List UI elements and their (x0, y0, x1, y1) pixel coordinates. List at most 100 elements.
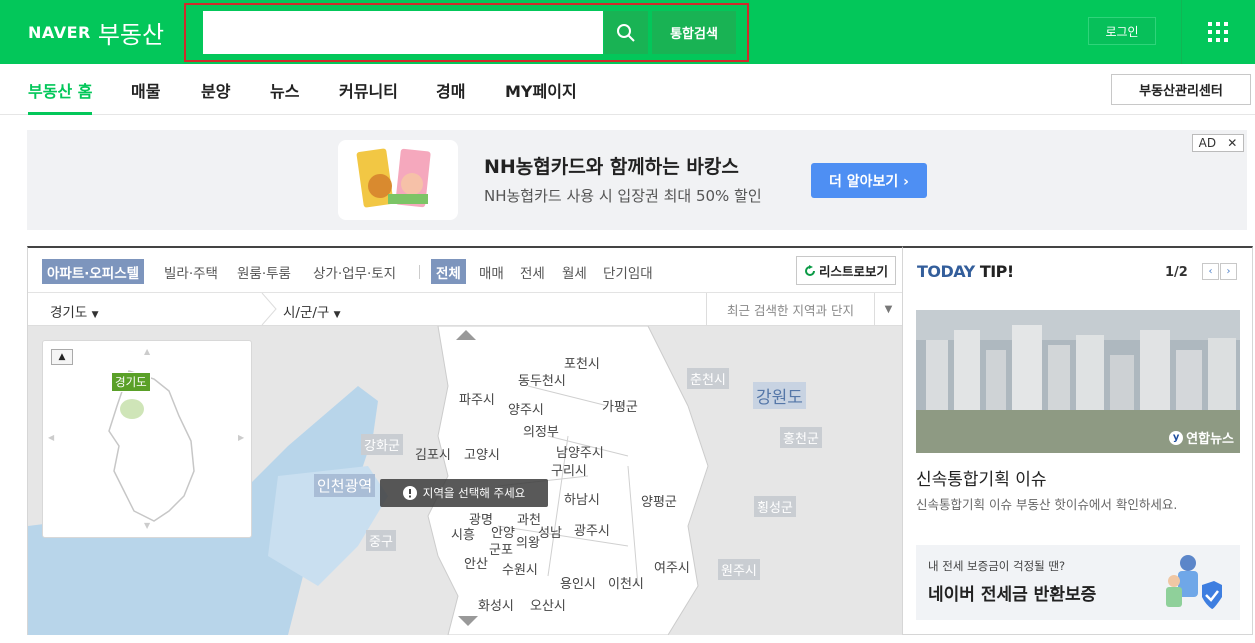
close-icon[interactable]: ✕ (1227, 136, 1237, 150)
region-label[interactable]: 양평군 (641, 491, 677, 510)
nav-community[interactable]: 커뮤니티 (339, 78, 398, 115)
ad-card-image (338, 140, 458, 220)
tip-headline[interactable]: 신속통합기획 이슈 (916, 465, 1047, 490)
region-label[interactable]: 수원시 (502, 559, 538, 578)
region-label[interactable]: 고양시 (464, 444, 500, 463)
minimap-collapse-icon[interactable]: ▲ (51, 349, 73, 365)
banner-small-text: 내 전세 보증금이 걱정될 땐? (928, 559, 1066, 573)
outer-region-label[interactable]: 춘천시 (687, 368, 729, 389)
pan-right-icon[interactable]: ▶ (238, 433, 244, 442)
outer-region-label[interactable]: 횡성군 (754, 496, 796, 517)
city-select[interactable]: 시/군/구 ▼ (283, 301, 341, 321)
naver-real-estate-logo[interactable]: NAVER 부동산 (28, 14, 164, 50)
region-label[interactable]: 시흥 (451, 524, 475, 543)
outer-region-label[interactable]: 홍천군 (780, 427, 822, 448)
tab-apartment-officetel[interactable]: 아파트·오피스텔 (42, 259, 145, 284)
tip-photo[interactable]: y 연합뉴스 (916, 310, 1240, 453)
search-button[interactable] (604, 11, 648, 54)
refresh-icon (805, 264, 815, 276)
main-nav: 부동산 홈 매물 분양 뉴스 커뮤니티 경매 MY페이지 부동산관리센터 (0, 64, 1255, 115)
region-label[interactable]: 구리시 (551, 460, 587, 479)
region-label[interactable]: 화성시 (478, 595, 514, 614)
management-center-button[interactable]: 부동산관리센터 (1111, 74, 1251, 105)
tab-deal-jeonse[interactable]: 전세 (515, 259, 550, 284)
ad-description: NH농협카드 사용 시 입장권 최대 50% 할인 (484, 187, 762, 205)
tip-title-a: TODAY (917, 262, 975, 281)
region-label[interactable]: 의왕 (516, 532, 540, 551)
region-label[interactable]: 가평군 (602, 396, 638, 415)
region-map[interactable]: ▲ 경기도 ▲ ▼ ◀ ▶ 포천시 동두천시 파주시 양주시 가평군 의정부 김… (28, 326, 902, 635)
logo-naver: NAVER (28, 22, 91, 42)
nav-presale[interactable]: 분양 (201, 78, 230, 115)
tip-prev-icon[interactable]: ‹ (1202, 263, 1219, 280)
chevron-down-icon: ▼ (91, 310, 99, 320)
region-label[interactable]: 오산시 (530, 595, 566, 614)
tab-deal-short[interactable]: 단기임대 (598, 259, 658, 284)
logo-service: 부동산 (97, 20, 165, 49)
filter-row: 아파트·오피스텔 빌라·주택 원룸·투룸 상가·업무·토지 전체 매매 전세 월… (28, 248, 902, 293)
recent-search-select[interactable]: 최근 검색한 지역과 단지 (706, 293, 874, 325)
region-label[interactable]: 김포시 (415, 444, 451, 463)
region-label[interactable]: 군포 (489, 539, 513, 558)
tip-subtext: 신속통합기획 이슈 부동산 핫이슈에서 확인하세요. (916, 497, 1178, 512)
province-select-value: 경기도 (50, 305, 88, 321)
region-label[interactable]: 이천시 (608, 573, 644, 592)
search-input[interactable] (203, 11, 603, 54)
tip-next-icon[interactable]: › (1220, 263, 1237, 280)
top-header: NAVER 부동산 통합검색 로그인 (0, 0, 1255, 64)
region-label[interactable]: 광주시 (574, 520, 610, 539)
unified-search-button[interactable]: 통합검색 (652, 11, 736, 54)
region-label[interactable]: 의정부 (523, 421, 559, 440)
jeonse-guarantee-banner[interactable]: 내 전세 보증금이 걱정될 땐? 네이버 전세금 반환보증 (916, 545, 1240, 620)
ad-badge[interactable]: AD ✕ (1192, 134, 1244, 152)
outer-region-label[interactable]: 원주시 (718, 559, 760, 580)
tip-title: TODAY TIP! (917, 262, 1014, 281)
outer-region-label[interactable]: 강화군 (361, 434, 403, 455)
toast-text: 지역을 선택해 주세요 (422, 486, 526, 500)
nav-home[interactable]: 부동산 홈 (28, 78, 93, 115)
nav-mypage[interactable]: MY페이지 (505, 78, 577, 115)
login-button[interactable]: 로그인 (1088, 17, 1156, 45)
region-label[interactable]: 성남 (538, 522, 562, 541)
province-select[interactable]: 경기도 ▼ (50, 301, 98, 321)
tab-commercial-land[interactable]: 상가·업무·토지 (308, 259, 401, 284)
region-label[interactable]: 남양주시 (556, 442, 604, 461)
outer-region-label[interactable]: 강원도 (753, 382, 806, 409)
list-view-button[interactable]: 리스트로보기 (796, 256, 896, 285)
region-select-row: 경기도 ▼ 시/군/구 ▼ 최근 검색한 지역과 단지 ▼ (28, 293, 902, 326)
region-label[interactable]: 용인시 (560, 573, 596, 592)
header-divider (1181, 0, 1182, 64)
tab-deal-all[interactable]: 전체 (431, 259, 466, 284)
photo-credit: y 연합뉴스 (1169, 428, 1234, 447)
nav-auction[interactable]: 경매 (436, 78, 465, 115)
apps-grid-icon[interactable] (1204, 18, 1230, 44)
outer-region-label[interactable]: 중구 (366, 530, 396, 551)
search-box: 통합검색 (184, 3, 749, 62)
region-label[interactable]: 양주시 (508, 399, 544, 418)
region-label[interactable]: 하남시 (564, 489, 600, 508)
filter-divider (419, 265, 420, 279)
ad-banner[interactable]: NH농협카드와 함께하는 바캉스 NH농협카드 사용 시 입장권 최대 50% … (27, 130, 1247, 230)
chevron-down-icon[interactable]: ▼ (874, 293, 902, 325)
pan-left-icon[interactable]: ◀ (48, 433, 54, 442)
select-region-toast: 지역을 선택해 주세요 (380, 479, 548, 507)
tab-deal-monthly[interactable]: 월세 (557, 259, 592, 284)
region-label[interactable]: 파주시 (459, 389, 495, 408)
pan-up-icon[interactable]: ▲ (144, 347, 150, 356)
outer-region-label[interactable]: 인천광역 (314, 474, 376, 497)
ad-more-button[interactable]: 더 알아보기 › (811, 163, 927, 198)
minimap: ▲ 경기도 ▲ ▼ ◀ ▶ (42, 340, 252, 538)
alert-icon (402, 486, 417, 500)
news-logo-icon: y (1169, 430, 1184, 445)
tab-villa-house[interactable]: 빌라·주택 (159, 259, 223, 284)
tab-oneroom-tworoom[interactable]: 원룸·투룸 (232, 259, 296, 284)
tab-deal-sale[interactable]: 매매 (474, 259, 509, 284)
nav-news[interactable]: 뉴스 (270, 78, 299, 115)
region-label[interactable]: 안산 (464, 553, 488, 572)
region-label[interactable]: 동두천시 (518, 370, 566, 389)
region-label[interactable]: 여주시 (654, 557, 690, 576)
chevron-down-icon: ▼ (333, 310, 341, 320)
region-label[interactable]: 포천시 (564, 353, 600, 372)
pan-down-icon[interactable]: ▼ (144, 521, 150, 530)
nav-listings[interactable]: 매물 (131, 78, 160, 115)
